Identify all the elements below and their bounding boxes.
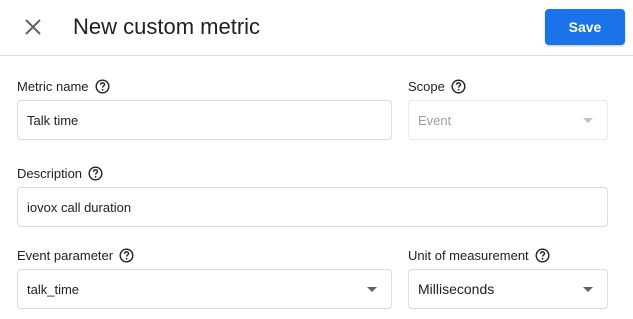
help-circle-icon bbox=[95, 79, 110, 94]
metric-name-value: Talk time bbox=[27, 112, 79, 128]
metric-name-input[interactable]: Talk time bbox=[17, 100, 392, 140]
description-label: Description bbox=[17, 166, 83, 181]
event-parameter-select[interactable]: talk_time bbox=[17, 269, 392, 309]
description-help-button[interactable] bbox=[88, 166, 103, 181]
help-circle-icon bbox=[119, 248, 134, 263]
dropdown-arrow-icon bbox=[583, 286, 593, 292]
dialog-header: New custom metric Save bbox=[0, 0, 633, 56]
scope-value: Event bbox=[418, 112, 452, 128]
unit-of-measurement-select[interactable]: Milliseconds bbox=[408, 269, 608, 309]
page-title: New custom metric bbox=[73, 14, 261, 39]
form-body: Metric name Talk time Scope Event Descri… bbox=[0, 56, 633, 319]
help-circle-icon bbox=[88, 166, 103, 181]
close-button[interactable] bbox=[18, 12, 48, 42]
metric-name-help-button[interactable] bbox=[95, 79, 110, 94]
event-parameter-label: Event parameter bbox=[17, 248, 114, 263]
save-button[interactable]: Save bbox=[545, 9, 625, 45]
dropdown-arrow-icon bbox=[583, 117, 593, 123]
scope-label-row: Scope bbox=[408, 79, 466, 94]
description-value: iovox call duration bbox=[27, 199, 132, 215]
metric-name-label: Metric name bbox=[17, 79, 89, 94]
scope-help-button[interactable] bbox=[451, 79, 466, 94]
unit-of-measurement-value: Milliseconds bbox=[418, 281, 495, 297]
description-input[interactable]: iovox call duration bbox=[17, 187, 608, 227]
scope-label: Scope bbox=[408, 79, 445, 94]
unit-help-button[interactable] bbox=[535, 248, 550, 263]
unit-label-row: Unit of measurement bbox=[408, 248, 550, 263]
unit-of-measurement-label: Unit of measurement bbox=[408, 248, 529, 263]
description-label-row: Description bbox=[17, 166, 103, 181]
event-parameter-help-button[interactable] bbox=[119, 248, 134, 263]
metric-name-label-row: Metric name bbox=[17, 79, 110, 94]
help-circle-icon bbox=[451, 79, 466, 94]
close-icon bbox=[25, 19, 41, 35]
scope-select: Event bbox=[408, 100, 608, 140]
help-circle-icon bbox=[535, 248, 550, 263]
dropdown-arrow-icon bbox=[367, 286, 377, 292]
custom-metric-dialog: New custom metric Save Metric name Talk … bbox=[0, 0, 633, 319]
event-parameter-label-row: Event parameter bbox=[17, 248, 134, 263]
event-parameter-value: talk_time bbox=[27, 281, 80, 297]
